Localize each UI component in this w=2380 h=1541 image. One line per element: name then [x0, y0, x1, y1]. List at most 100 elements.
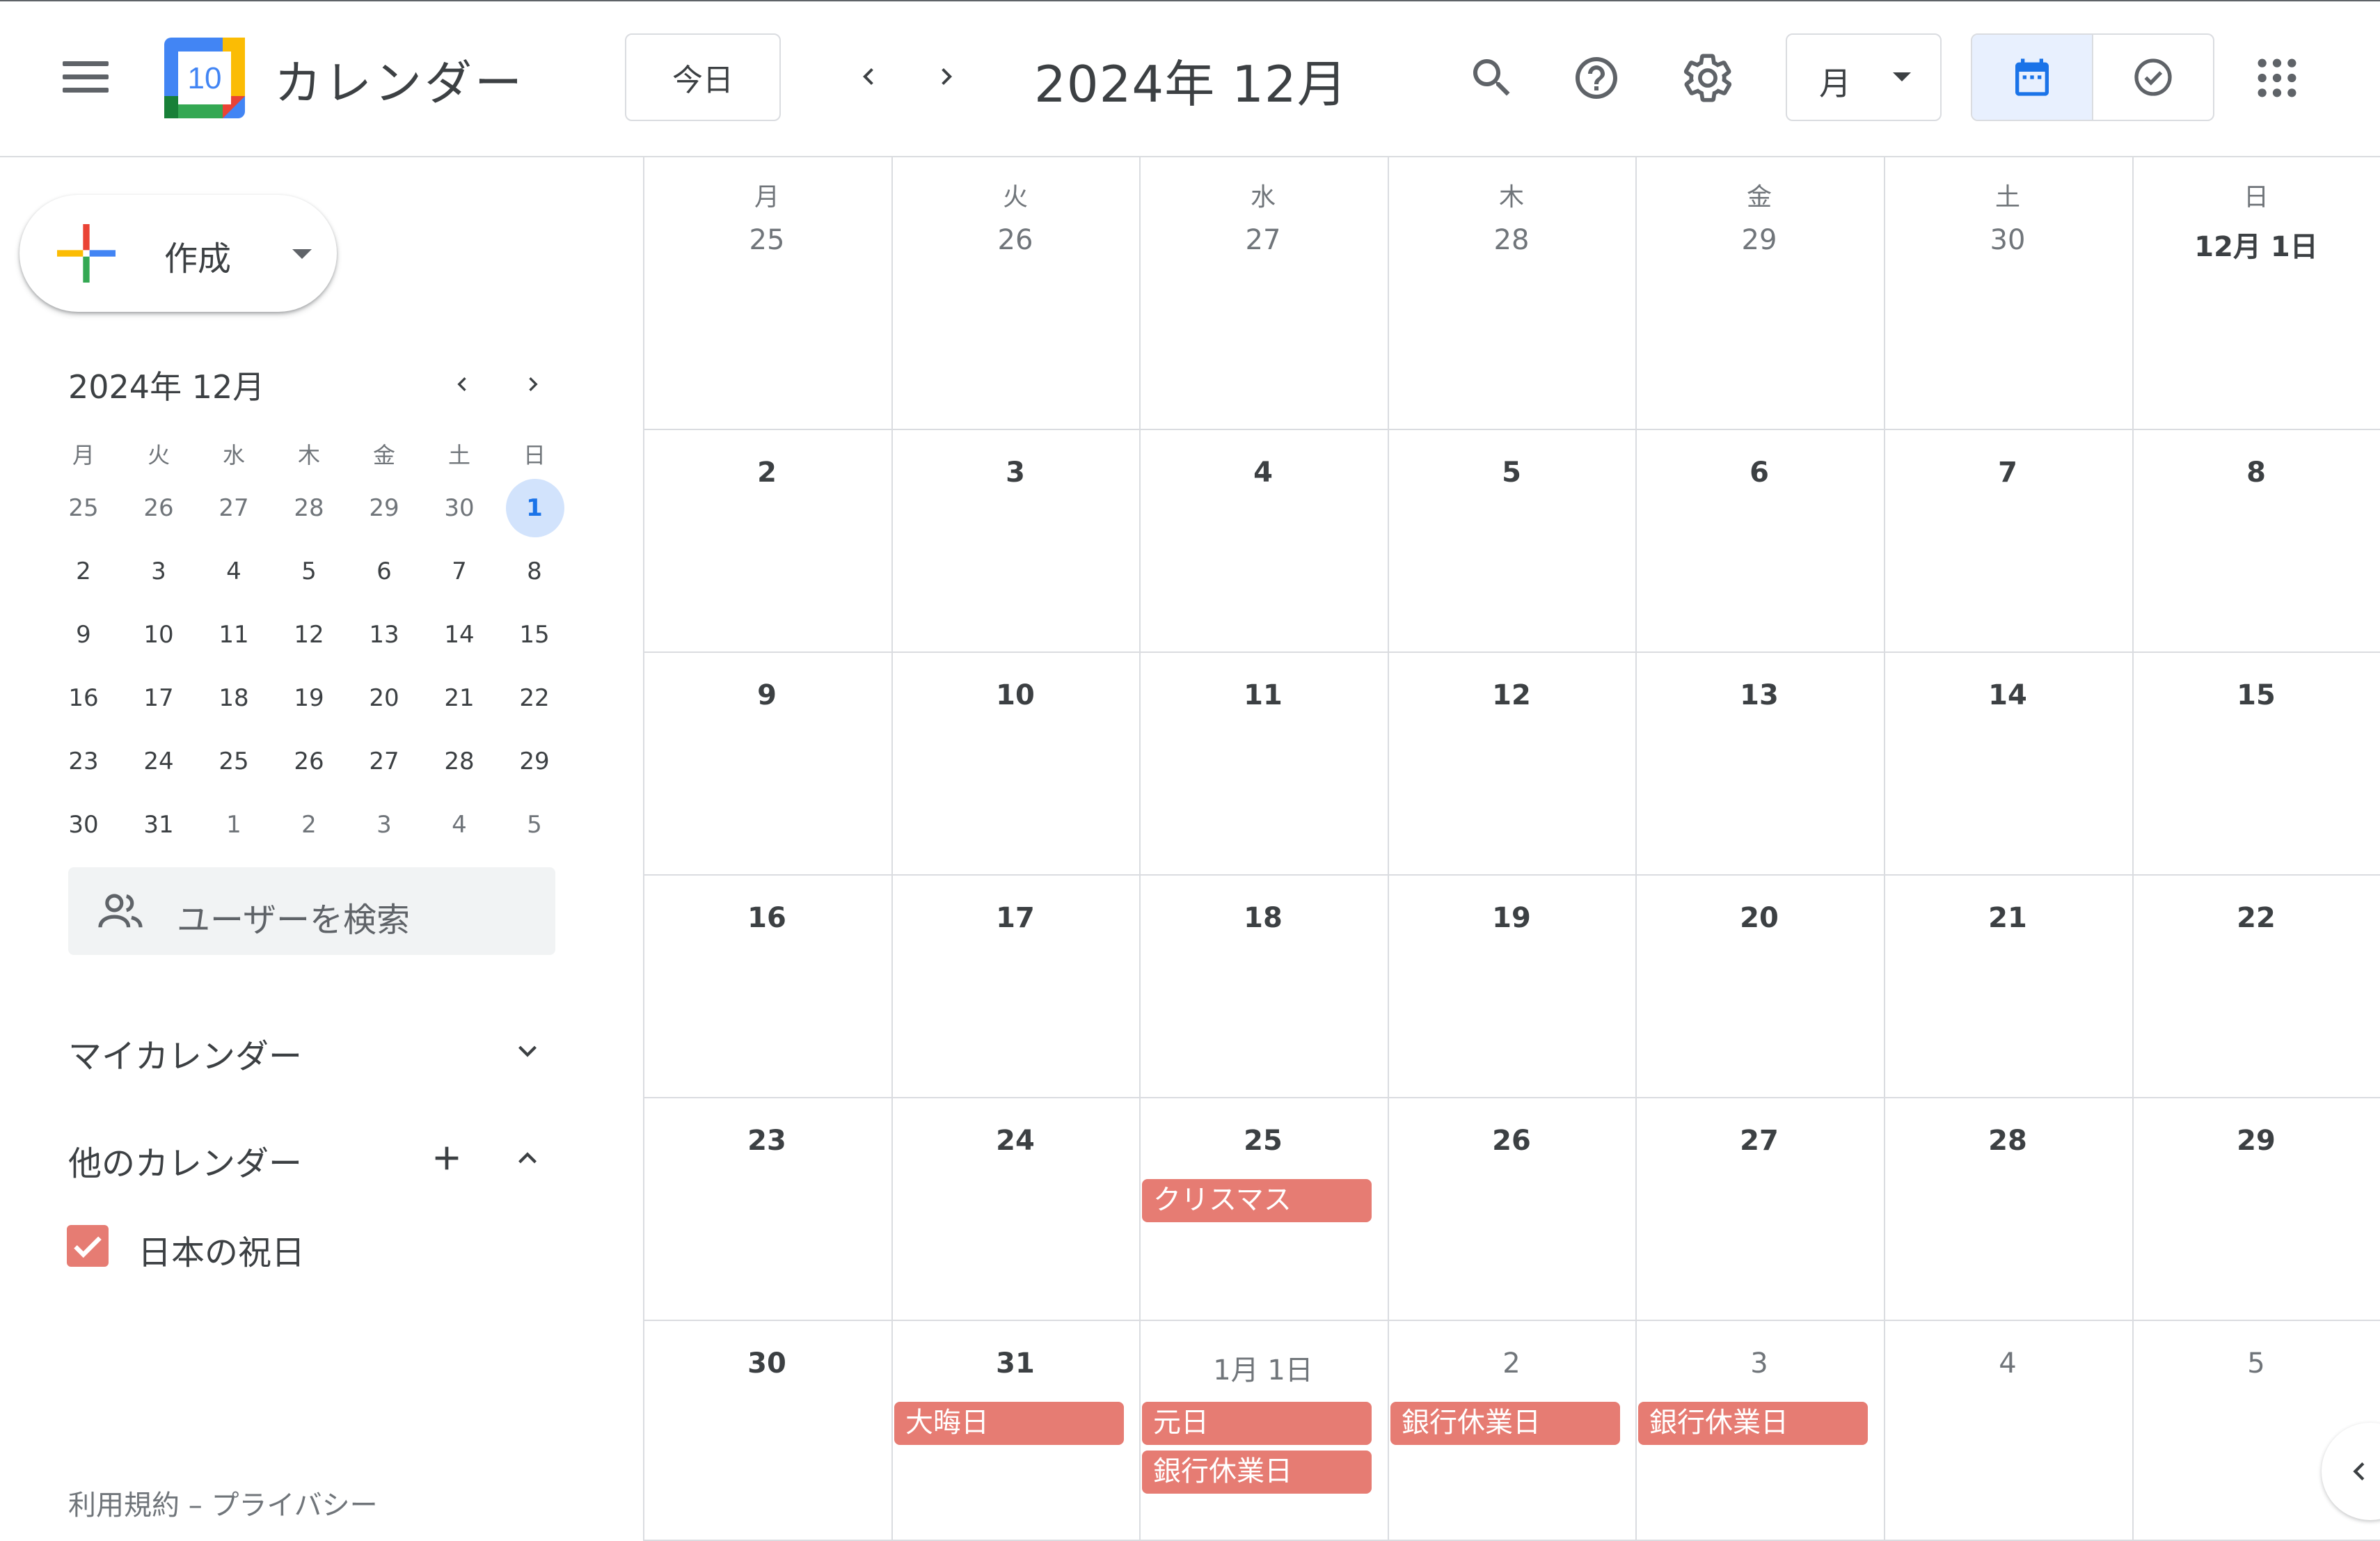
mini-calendar-day[interactable]: 24 — [121, 734, 196, 789]
mini-calendar-day[interactable]: 22 — [497, 670, 572, 726]
mini-calendar-day[interactable]: 20 — [347, 670, 422, 726]
previous-period-button[interactable] — [835, 43, 902, 110]
day-number[interactable]: 9 — [643, 679, 891, 711]
day-number[interactable]: 14 — [1884, 679, 2132, 711]
mini-calendar-day[interactable]: 12 — [271, 607, 347, 663]
mini-calendar-day[interactable]: 5 — [497, 797, 572, 853]
help-button[interactable] — [1562, 43, 1631, 113]
day-number[interactable]: 1月 1日 — [1139, 1348, 1387, 1388]
view-mode-select[interactable]: 月 — [1786, 33, 1942, 121]
mini-calendar-day[interactable]: 18 — [196, 670, 271, 726]
day-number[interactable]: 4 — [1139, 457, 1387, 489]
mini-calendar-prev-button[interactable] — [437, 359, 487, 409]
day-number[interactable]: 19 — [1388, 902, 1635, 934]
settings-button[interactable] — [1673, 43, 1743, 113]
day-number[interactable]: 30 — [643, 1348, 891, 1380]
mini-calendar-day[interactable]: 28 — [422, 734, 497, 789]
search-button[interactable] — [1457, 43, 1527, 113]
today-button[interactable]: 今日 — [625, 33, 781, 121]
mini-calendar-day[interactable]: 10 — [121, 607, 196, 663]
mini-calendar-day[interactable]: 3 — [347, 797, 422, 853]
day-number[interactable]: 15 — [2132, 679, 2380, 711]
mini-calendar-day[interactable]: 17 — [121, 670, 196, 726]
day-number[interactable]: 17 — [891, 902, 1139, 934]
day-number[interactable]: 12 — [1388, 679, 1635, 711]
mini-calendar-day[interactable]: 19 — [271, 670, 347, 726]
day-number[interactable]: 13 — [1635, 679, 1883, 711]
day-number[interactable]: 26 — [1388, 1125, 1635, 1157]
event-chip[interactable]: クリスマス — [1142, 1179, 1372, 1222]
mini-calendar-day[interactable]: 27 — [196, 480, 271, 536]
add-other-calendar-button[interactable] — [419, 1130, 475, 1186]
mini-calendar-day[interactable]: 4 — [196, 544, 271, 599]
privacy-link[interactable]: プライバシー — [211, 1489, 377, 1522]
search-users-field[interactable]: ユーザーを検索 — [68, 867, 555, 955]
day-number[interactable]: 12月 1日 — [2132, 224, 2380, 264]
event-chip[interactable]: 大晦日 — [894, 1402, 1124, 1445]
day-number[interactable]: 23 — [643, 1125, 891, 1157]
mini-calendar-day[interactable]: 11 — [196, 607, 271, 663]
calendar-logo[interactable]: 10 — [164, 38, 245, 118]
day-number[interactable]: 24 — [891, 1125, 1139, 1157]
event-chip[interactable]: 銀行休業日 — [1638, 1402, 1868, 1445]
day-number[interactable]: 29 — [1635, 224, 1883, 256]
day-number[interactable]: 11 — [1139, 679, 1387, 711]
day-number[interactable]: 10 — [891, 679, 1139, 711]
mini-calendar-day[interactable]: 5 — [271, 544, 347, 599]
mini-calendar-day[interactable]: 14 — [422, 607, 497, 663]
event-chip[interactable]: 銀行休業日 — [1390, 1402, 1620, 1445]
calendar-checkbox[interactable] — [67, 1225, 109, 1267]
mini-calendar-day[interactable]: 28 — [271, 480, 347, 536]
day-number[interactable]: 22 — [2132, 902, 2380, 934]
mini-calendar-next-button[interactable] — [508, 359, 558, 409]
mini-calendar-day[interactable]: 8 — [497, 544, 572, 599]
mini-calendar-day[interactable]: 26 — [271, 734, 347, 789]
day-number[interactable]: 25 — [1139, 1125, 1387, 1157]
day-number[interactable]: 16 — [643, 902, 891, 934]
next-period-button[interactable] — [913, 43, 980, 110]
terms-link[interactable]: 利用規約 — [68, 1489, 180, 1522]
calendar-view-toggle[interactable] — [1972, 35, 2092, 120]
day-number[interactable]: 18 — [1139, 902, 1387, 934]
mini-calendar-day[interactable]: 26 — [121, 480, 196, 536]
day-number[interactable]: 21 — [1884, 902, 2132, 934]
mini-calendar-day[interactable]: 15 — [497, 607, 572, 663]
event-chip[interactable]: 銀行休業日 — [1142, 1451, 1372, 1494]
mini-calendar-day[interactable]: 16 — [46, 670, 121, 726]
mini-calendar-day-today[interactable]: 1 — [497, 479, 572, 537]
day-number[interactable]: 5 — [1388, 457, 1635, 489]
day-number[interactable]: 31 — [891, 1348, 1139, 1380]
mini-calendar-day[interactable]: 2 — [271, 797, 347, 853]
day-number[interactable]: 28 — [1884, 1125, 2132, 1157]
mini-calendar-day[interactable]: 2 — [46, 544, 121, 599]
day-number[interactable]: 2 — [1388, 1348, 1635, 1380]
day-number[interactable]: 28 — [1388, 224, 1635, 256]
mini-calendar-day[interactable]: 30 — [46, 797, 121, 853]
tasks-view-toggle[interactable] — [2093, 35, 2213, 120]
day-number[interactable]: 6 — [1635, 457, 1883, 489]
mini-calendar-day[interactable]: 30 — [422, 480, 497, 536]
day-number[interactable]: 3 — [1635, 1348, 1883, 1380]
day-number[interactable]: 25 — [643, 224, 891, 256]
day-number[interactable]: 27 — [1635, 1125, 1883, 1157]
day-number[interactable]: 27 — [1139, 224, 1387, 256]
mini-calendar-day[interactable]: 31 — [121, 797, 196, 853]
day-number[interactable]: 4 — [1884, 1348, 2132, 1380]
mini-calendar-day[interactable]: 6 — [347, 544, 422, 599]
day-number[interactable]: 2 — [643, 457, 891, 489]
mini-calendar-day[interactable]: 3 — [121, 544, 196, 599]
collapse-other-calendars-button[interactable] — [500, 1130, 555, 1186]
mini-calendar-day[interactable]: 7 — [422, 544, 497, 599]
mini-calendar-day[interactable]: 13 — [347, 607, 422, 663]
expand-my-calendars-button[interactable] — [500, 1023, 555, 1079]
day-number[interactable]: 26 — [891, 224, 1139, 256]
google-apps-button[interactable] — [2242, 43, 2312, 113]
mini-calendar-day[interactable]: 25 — [46, 480, 121, 536]
main-menu-icon[interactable] — [63, 61, 109, 93]
mini-calendar-day[interactable]: 4 — [422, 797, 497, 853]
day-number[interactable]: 5 — [2132, 1348, 2380, 1380]
mini-calendar-day[interactable]: 23 — [46, 734, 121, 789]
day-number[interactable]: 3 — [891, 457, 1139, 489]
other-calendars-heading[interactable]: 他のカレンダー — [68, 1136, 302, 1185]
mini-calendar-day[interactable]: 9 — [46, 607, 121, 663]
